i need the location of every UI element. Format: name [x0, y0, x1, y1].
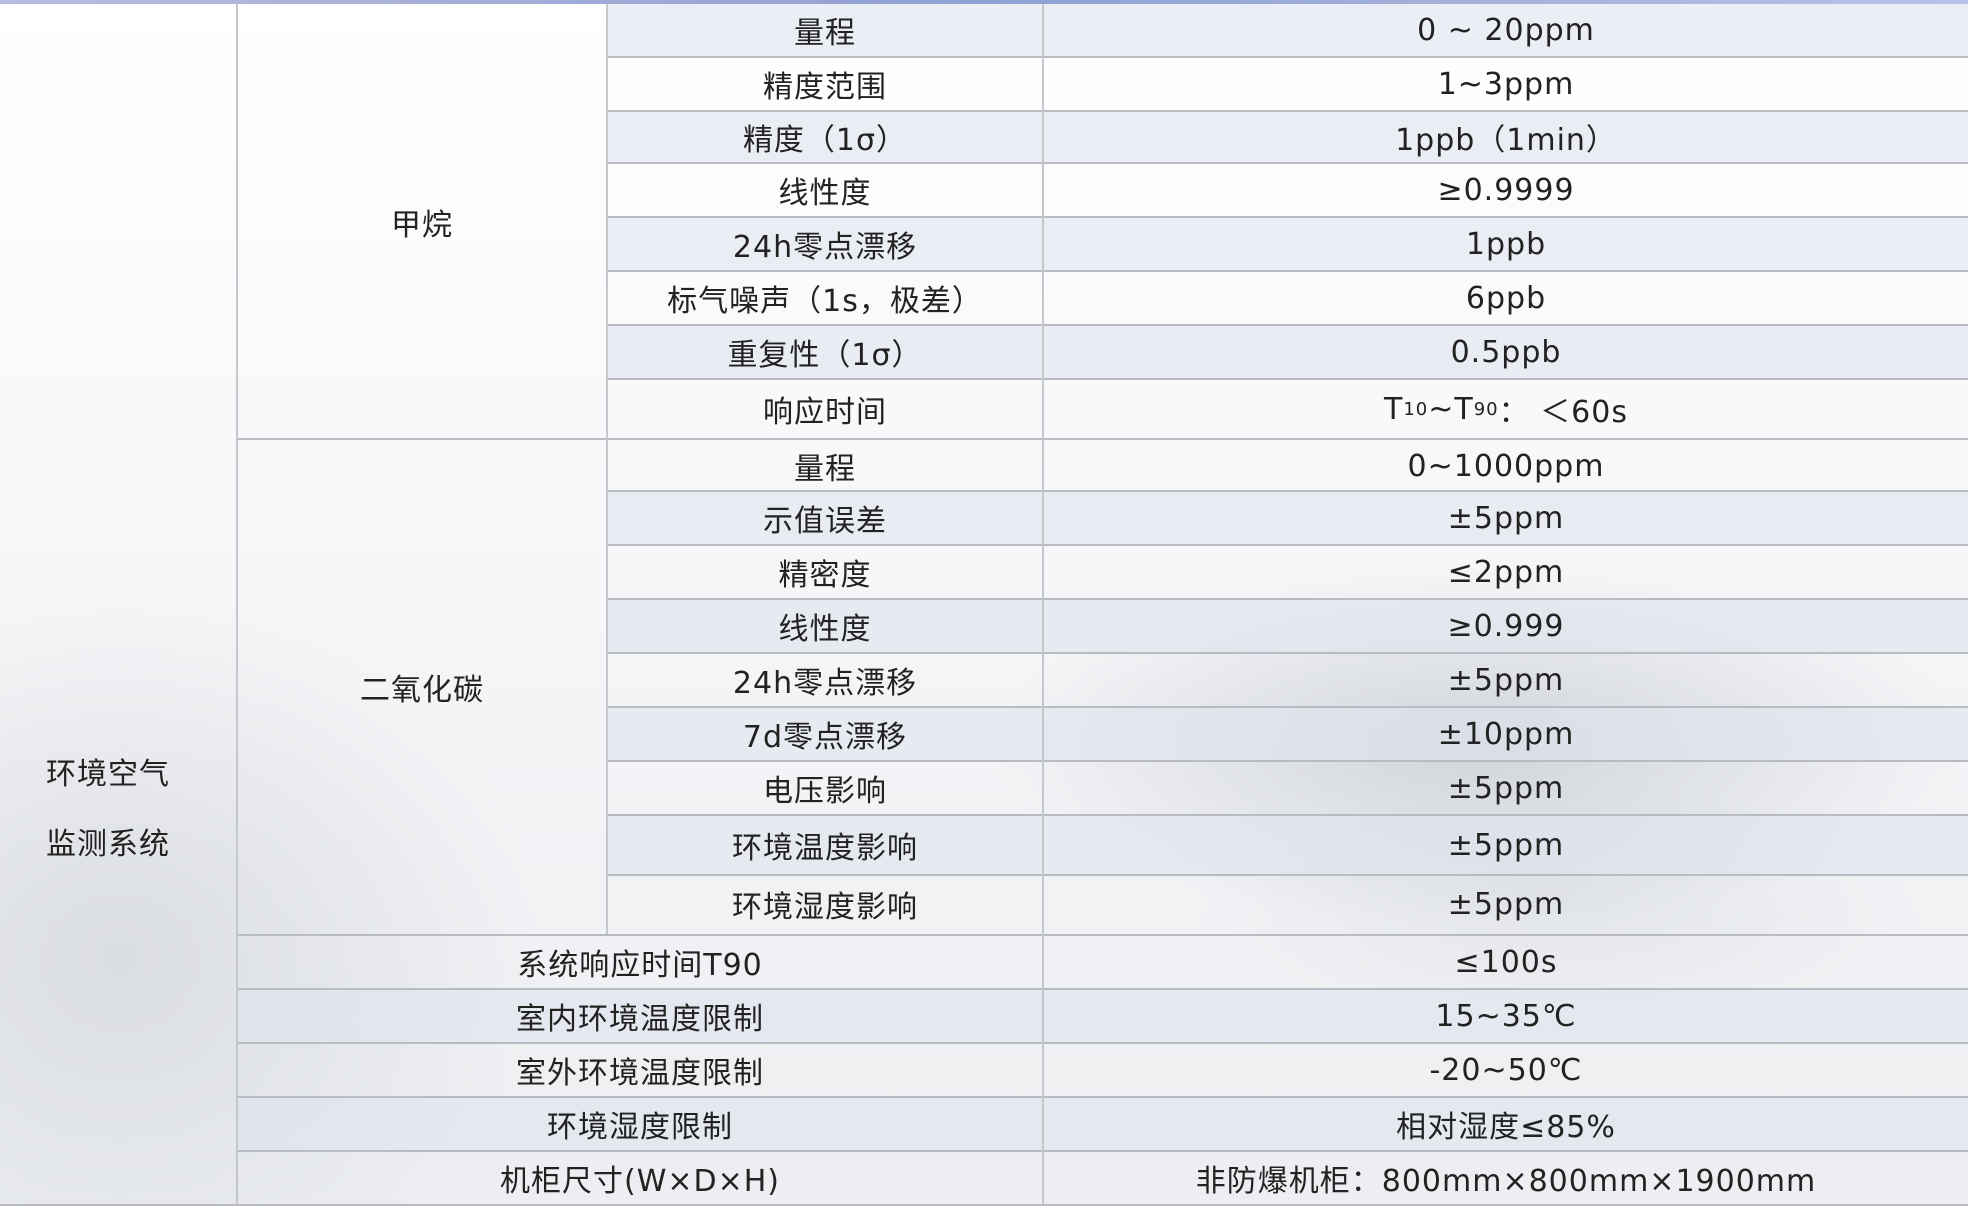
- methane-param-cell: 精度范围: [763, 70, 887, 105]
- co2-value-cell: ±5ppm: [1447, 770, 1565, 806]
- methane-value-cell: 1~3ppm: [1437, 66, 1575, 102]
- methane-value-cell: ≥0.9999: [1437, 172, 1575, 208]
- co2-value-cell: ±5ppm: [1044, 816, 1968, 874]
- group-divider: [238, 438, 1968, 440]
- row-divider: [608, 270, 1968, 272]
- row-divider: [608, 814, 1968, 816]
- response-time-tilde-t: ~T: [1428, 391, 1474, 427]
- general-param-cell: 系统响应时间T90: [517, 948, 763, 983]
- group-divider: [238, 934, 1968, 936]
- group-label-methane: 甲烷: [391, 208, 453, 243]
- row-divider: [608, 216, 1968, 218]
- response-time-limit: ： ＜60s: [1498, 395, 1628, 430]
- co2-param-cell: 电压影响: [763, 774, 887, 809]
- co2-param-cell: 环境温度影响: [608, 816, 1042, 874]
- methane-value-cell: 0.5ppb: [1044, 326, 1968, 378]
- general-param-cell: 环境湿度限制: [238, 1098, 1042, 1150]
- co2-value-cell: ±10ppm: [1044, 708, 1968, 760]
- general-value-cell: ≤100s: [1454, 944, 1558, 980]
- response-time-sub-10: 10: [1403, 398, 1429, 420]
- row-divider: [608, 324, 1968, 326]
- methane-param-cell: 响应时间: [763, 395, 887, 430]
- methane-param-cell: 标气噪声（1s，极差）: [667, 284, 983, 319]
- co2-value-cell: 0~1000ppm: [1407, 448, 1605, 484]
- column-divider: [236, 4, 238, 1204]
- group-label-co2: 二氧化碳: [360, 673, 484, 708]
- response-time-sub-90: 90: [1473, 398, 1499, 420]
- co2-param-cell: 7d零点漂移: [608, 708, 1042, 760]
- co2-value-cell: ±5ppm: [1447, 662, 1565, 698]
- general-value-cell: 非防爆机柜：800mm×800mm×1900mm: [1195, 1164, 1817, 1199]
- row-divider: [238, 988, 1968, 990]
- row-divider: [608, 706, 1968, 708]
- response-time-t: T: [1384, 391, 1404, 427]
- column-divider: [606, 4, 608, 934]
- row-divider: [608, 56, 1968, 58]
- general-param-cell: 室内环境温度限制: [238, 990, 1042, 1042]
- system-label-line-1: 环境空气: [46, 757, 170, 792]
- methane-param-cell: 精度（1σ）: [608, 112, 1042, 162]
- row-divider: [608, 110, 1968, 112]
- row-divider: [608, 490, 1968, 492]
- row-divider: [608, 378, 1968, 380]
- general-value-cell: -20~50℃: [1429, 1052, 1583, 1088]
- general-value-cell: 15~35℃: [1044, 990, 1968, 1042]
- co2-param-cell: 精密度: [778, 558, 872, 593]
- row-divider: [238, 1096, 1968, 1098]
- co2-value-cell: ≥0.999: [1044, 600, 1968, 652]
- row-divider: [608, 874, 1968, 876]
- methane-value-cell: 6ppb: [1465, 280, 1547, 316]
- co2-value-cell: ±5ppm: [1044, 492, 1968, 544]
- general-param-cell: 机柜尺寸(W×D×H): [499, 1164, 780, 1199]
- methane-value-cell: 1ppb: [1044, 218, 1968, 270]
- row-divider: [238, 1150, 1968, 1152]
- co2-param-cell: 环境湿度影响: [732, 890, 918, 925]
- column-divider: [1042, 4, 1044, 1204]
- system-label: 环境空气 监测系统: [46, 740, 170, 880]
- co2-value-cell: ≤2ppm: [1447, 554, 1565, 590]
- co2-param-cell: 24h零点漂移: [732, 666, 918, 701]
- general-param-cell: 室外环境温度限制: [516, 1056, 764, 1091]
- co2-param-cell: 示值误差: [608, 492, 1042, 544]
- row-divider: [608, 544, 1968, 546]
- co2-value-cell: ±5ppm: [1447, 886, 1565, 922]
- system-label-line-2: 监测系统: [46, 827, 170, 862]
- row-divider: [608, 652, 1968, 654]
- methane-param-cell: 量程: [608, 4, 1042, 56]
- co2-param-cell: 线性度: [608, 600, 1042, 652]
- row-divider: [608, 598, 1968, 600]
- methane-value-cell: 1ppb（1min）: [1044, 112, 1968, 162]
- methane-param-cell: 线性度: [778, 176, 872, 211]
- co2-param-cell: 量程: [794, 452, 856, 487]
- methane-value-cell: 0 ~ 20ppm: [1044, 4, 1968, 56]
- methane-param-cell: 24h零点漂移: [608, 218, 1042, 270]
- row-divider: [608, 760, 1968, 762]
- methane-param-cell: 重复性（1σ）: [608, 326, 1042, 378]
- general-value-cell: 相对湿度≤85%: [1044, 1098, 1968, 1150]
- row-divider: [608, 162, 1968, 164]
- methane-value-cell: T 10 ~T 90： ＜60s: [1044, 380, 1968, 438]
- row-divider: [238, 1042, 1968, 1044]
